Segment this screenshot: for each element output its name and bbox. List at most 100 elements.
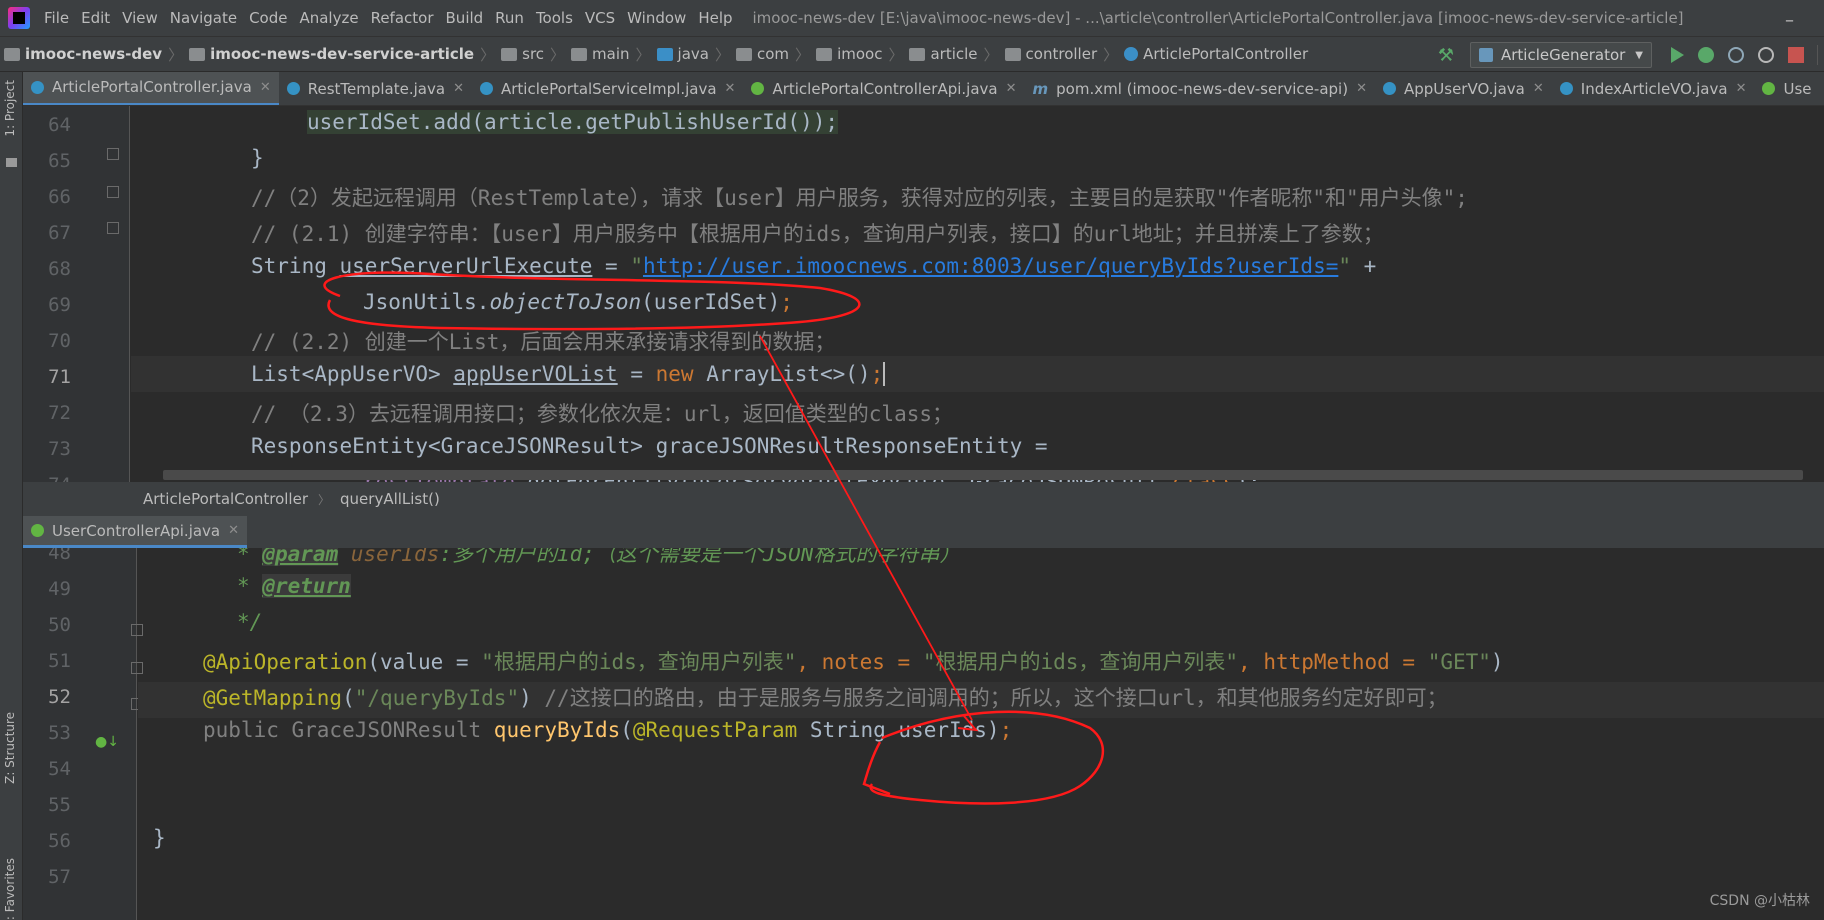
tab-index-article-vo[interactable]: IndexArticleVO.java ✕ <box>1552 72 1755 105</box>
crumb-controller[interactable]: controller <box>1001 45 1102 63</box>
crumb-main[interactable]: main <box>567 45 633 63</box>
tab-article-portal-service-impl[interactable]: ArticlePortalServiceImpl.java ✕ <box>472 72 743 105</box>
tab-pom-xml[interactable]: m pom.xml (imooc-news-dev-service-api) ✕ <box>1025 72 1375 105</box>
line-number: 72 <box>48 402 71 424</box>
fold-marker-icon[interactable] <box>131 662 143 674</box>
close-icon[interactable]: ✕ <box>260 80 271 95</box>
stop-icon[interactable] <box>1788 47 1804 63</box>
line-number: 66 <box>48 186 71 208</box>
current-line-number: 52 <box>48 686 71 708</box>
code-line-51: @ApiOperation(value = "根据用户的ids，查询用户列表",… <box>203 650 1504 674</box>
close-icon[interactable]: ✕ <box>1356 81 1367 96</box>
code-line-73: ResponseEntity<GraceJSONResult> graceJSO… <box>251 434 1048 458</box>
interface-icon <box>1762 82 1776 95</box>
build-hammer-icon[interactable]: ⚒ <box>1438 45 1454 66</box>
menu-edit[interactable]: Edit <box>75 9 116 27</box>
profile-icon[interactable] <box>1758 47 1774 63</box>
crumb-com[interactable]: com <box>732 45 793 63</box>
fold-marker-icon[interactable] <box>107 186 119 198</box>
menu-build[interactable]: Build <box>440 9 490 27</box>
toolbar-divider <box>1817 45 1818 65</box>
favorites-tool-tab[interactable]: 2: Favorites <box>3 858 17 920</box>
line-number: 67 <box>48 222 71 244</box>
menu-file[interactable]: File <box>38 9 75 27</box>
maven-icon: m <box>1032 79 1049 98</box>
close-icon[interactable]: ✕ <box>1736 81 1747 96</box>
structure-tool-tab[interactable]: Z: Structure <box>3 712 17 784</box>
breadcrumb-method[interactable]: queryAllList() <box>340 490 440 508</box>
line-number: 56 <box>48 830 71 852</box>
close-icon[interactable]: ✕ <box>1006 81 1017 96</box>
breadcrumb-class[interactable]: ArticlePortalController <box>143 490 308 508</box>
coverage-icon[interactable] <box>1728 47 1744 63</box>
crumb-module[interactable]: imooc-news-dev-service-article <box>185 45 478 63</box>
crumb-project[interactable]: imooc-news-dev <box>0 45 166 63</box>
horizontal-scrollbar[interactable] <box>163 470 1803 480</box>
line-number: 57 <box>48 866 71 888</box>
interface-icon <box>31 524 44 537</box>
fold-marker-icon[interactable] <box>131 624 143 636</box>
close-icon[interactable]: ✕ <box>453 81 464 96</box>
tab-article-portal-controller-api[interactable]: ArticlePortalControllerApi.java ✕ <box>743 72 1024 105</box>
menu-analyze[interactable]: Analyze <box>293 9 364 27</box>
editor-breadcrumb-bar: ArticlePortalController 〉 queryAllList() <box>23 482 1824 516</box>
minimize-button[interactable]: – <box>1785 10 1794 31</box>
tab-rest-template[interactable]: RestTemplate.java ✕ <box>279 72 472 105</box>
top-code-editor[interactable]: 64 65 66 67 68 69 70 71 72 73 74 userIdS… <box>23 106 1824 482</box>
project-folder-icon <box>6 158 17 167</box>
menu-bar: File Edit View Navigate Code Analyze Ref… <box>0 0 1824 36</box>
fold-marker-icon[interactable] <box>107 222 119 234</box>
line-number: 55 <box>48 794 71 816</box>
project-tool-tab[interactable]: 1: Project <box>3 80 17 137</box>
code-line-48: * @param userIds:多个用户的id;（这个需要是一个JSON格式的… <box>237 548 960 568</box>
crumb-separator: 〉 <box>635 45 651 64</box>
close-icon[interactable]: ✕ <box>725 81 736 96</box>
tab-user-controller-api[interactable]: UserControllerApi.java ✕ <box>23 516 248 548</box>
crumb-separator: 〉 <box>888 45 904 64</box>
bottom-code-editor[interactable]: 48 49 50 51 52 53 54 55 56 57 ●↓ * @para… <box>23 548 1824 920</box>
line-number: 65 <box>48 150 71 172</box>
class-icon <box>31 80 44 94</box>
menu-navigate[interactable]: Navigate <box>164 9 243 27</box>
class-icon <box>1559 82 1573 95</box>
crumb-separator: 〉 <box>714 45 730 64</box>
crumb-class[interactable]: ArticlePortalController <box>1120 45 1312 63</box>
code-line-67: // (2.1) 创建字符串：【user】用户服务中【根据用户的ids，查询用户… <box>251 222 1384 246</box>
debug-icon[interactable] <box>1698 47 1714 63</box>
menu-code[interactable]: Code <box>243 9 293 27</box>
tab-article-portal-controller[interactable]: ArticlePortalController.java ✕ <box>23 72 279 105</box>
code-line-56: } <box>153 826 166 850</box>
menu-view[interactable]: View <box>116 9 164 27</box>
toolbar-right: ⚒ ArticleGenerator ▼ <box>1438 37 1824 73</box>
code-line-66: //（2）发起远程调用（RestTemplate），请求【user】用户服务，获… <box>251 186 1468 210</box>
crumb-imooc[interactable]: imooc <box>812 45 886 63</box>
implemented-method-icon[interactable]: ●↓ <box>95 734 119 754</box>
line-number: 68 <box>48 258 71 280</box>
menu-refactor[interactable]: Refactor <box>365 9 440 27</box>
run-configuration-select[interactable]: ArticleGenerator ▼ <box>1470 42 1652 68</box>
crumb-src[interactable]: src <box>497 45 548 63</box>
menu-help[interactable]: Help <box>692 9 738 27</box>
menu-run[interactable]: Run <box>489 9 530 27</box>
menu-tools[interactable]: Tools <box>530 9 579 27</box>
left-tool-strip: 1: Project Z: Structure 2: Favorites ★ <box>0 72 23 920</box>
chevron-right-icon: 〉 <box>318 492 331 507</box>
close-icon[interactable]: ✕ <box>228 523 239 538</box>
crumb-separator: 〉 <box>168 45 184 64</box>
line-number: 53 <box>48 722 71 744</box>
tab-app-user-vo[interactable]: AppUserVO.java ✕ <box>1375 72 1552 105</box>
code-line-70: // (2.2) 创建一个List，后面会用来承接请求得到的数据； <box>251 330 836 354</box>
menu-window[interactable]: Window <box>621 9 692 27</box>
code-line-64: userIdSet.add(article.getPublishUserId()… <box>307 110 839 134</box>
crumb-java[interactable]: java <box>653 45 713 63</box>
menu-vcs[interactable]: VCS <box>579 9 621 27</box>
crumb-article[interactable]: article <box>905 45 981 63</box>
run-icon[interactable] <box>1671 47 1684 63</box>
tab-user-overflow[interactable]: Use <box>1754 72 1819 105</box>
editor-tabs: ArticlePortalController.java ✕ RestTempla… <box>23 72 1824 106</box>
watermark: CSDN @小枯林 <box>1709 893 1810 909</box>
fold-marker-icon[interactable] <box>107 148 119 160</box>
close-icon[interactable]: ✕ <box>1533 81 1544 96</box>
line-number: 70 <box>48 330 71 352</box>
line-number: 50 <box>48 614 71 636</box>
